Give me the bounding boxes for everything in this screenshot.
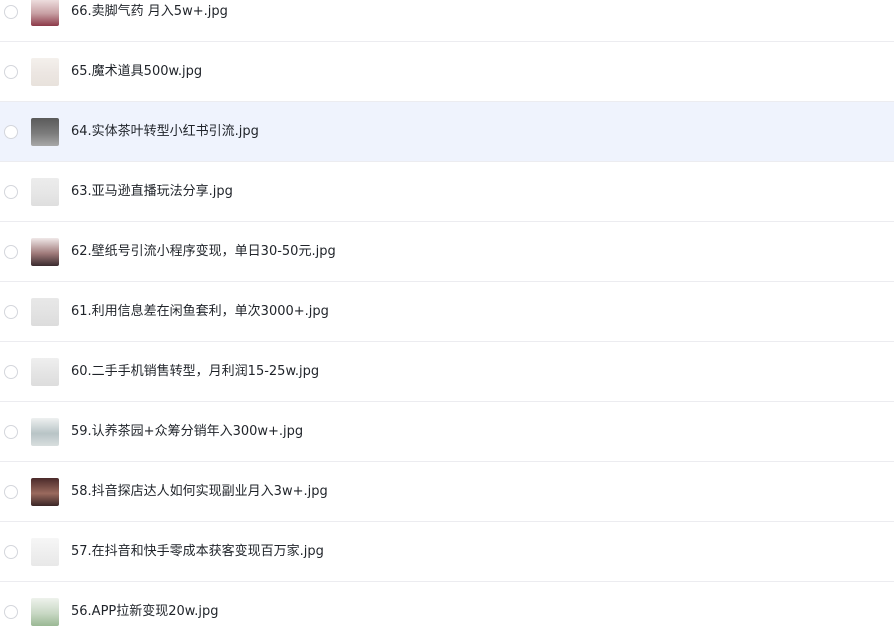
row-checkbox[interactable] xyxy=(4,64,18,79)
image-thumbnail[interactable] xyxy=(31,0,59,26)
row-checkbox[interactable] xyxy=(4,244,18,259)
row-checkbox[interactable] xyxy=(4,424,18,439)
file-name[interactable]: 62.壁纸号引流小程序变现，单日30-50元.jpg xyxy=(71,244,336,260)
row-checkbox[interactable] xyxy=(4,4,18,19)
file-row[interactable]: 56.APP拉新变现20w.jpg xyxy=(0,582,894,631)
file-list: 66.卖脚气药 月入5w+.jpg 65.魔术道具500w.jpg 64.实体茶叶转… xyxy=(0,0,894,631)
row-checkbox[interactable] xyxy=(4,484,18,499)
image-thumbnail[interactable] xyxy=(31,417,59,446)
row-checkbox[interactable] xyxy=(4,304,18,319)
row-checkbox[interactable] xyxy=(4,124,18,139)
file-row[interactable]: 61.利用信息差在闲鱼套利，单次3000+.jpg xyxy=(0,282,894,342)
file-name[interactable]: 59.认养茶园+众筹分销年入300w+.jpg xyxy=(71,424,303,440)
file-name[interactable]: 66.卖脚气药 月入5w+.jpg xyxy=(71,4,228,20)
file-name[interactable]: 57.在抖音和快手零成本获客变现百万家.jpg xyxy=(71,544,324,560)
image-thumbnail[interactable] xyxy=(31,57,59,86)
file-row[interactable]: 64.实体茶叶转型小红书引流.jpg xyxy=(0,102,894,162)
file-row[interactable]: 66.卖脚气药 月入5w+.jpg xyxy=(0,0,894,42)
file-name[interactable]: 60.二手手机销售转型，月利润15-25w.jpg xyxy=(71,364,319,380)
row-checkbox[interactable] xyxy=(4,604,18,619)
file-row[interactable]: 62.壁纸号引流小程序变现，单日30-50元.jpg xyxy=(0,222,894,282)
file-name[interactable]: 61.利用信息差在闲鱼套利，单次3000+.jpg xyxy=(71,304,329,320)
file-name[interactable]: 58.抖音探店达人如何实现副业月入3w+.jpg xyxy=(71,484,328,500)
file-name[interactable]: 65.魔术道具500w.jpg xyxy=(71,64,202,80)
file-name[interactable]: 64.实体茶叶转型小红书引流.jpg xyxy=(71,124,259,140)
image-thumbnail[interactable] xyxy=(31,477,59,506)
image-thumbnail[interactable] xyxy=(31,597,59,626)
row-checkbox[interactable] xyxy=(4,544,18,559)
image-thumbnail[interactable] xyxy=(31,237,59,266)
image-thumbnail[interactable] xyxy=(31,117,59,146)
file-row[interactable]: 60.二手手机销售转型，月利润15-25w.jpg xyxy=(0,342,894,402)
file-row[interactable]: 65.魔术道具500w.jpg xyxy=(0,42,894,102)
image-thumbnail[interactable] xyxy=(31,177,59,206)
row-checkbox[interactable] xyxy=(4,184,18,199)
file-row[interactable]: 63.亚马逊直播玩法分享.jpg xyxy=(0,162,894,222)
file-name[interactable]: 63.亚马逊直播玩法分享.jpg xyxy=(71,184,233,200)
image-thumbnail[interactable] xyxy=(31,297,59,326)
file-row[interactable]: 57.在抖音和快手零成本获客变现百万家.jpg xyxy=(0,522,894,582)
row-checkbox[interactable] xyxy=(4,364,18,379)
image-thumbnail[interactable] xyxy=(31,537,59,566)
file-row[interactable]: 58.抖音探店达人如何实现副业月入3w+.jpg xyxy=(0,462,894,522)
file-row[interactable]: 59.认养茶园+众筹分销年入300w+.jpg xyxy=(0,402,894,462)
image-thumbnail[interactable] xyxy=(31,357,59,386)
file-list-rows: 66.卖脚气药 月入5w+.jpg 65.魔术道具500w.jpg 64.实体茶叶转… xyxy=(0,0,894,631)
file-name[interactable]: 56.APP拉新变现20w.jpg xyxy=(71,604,218,620)
